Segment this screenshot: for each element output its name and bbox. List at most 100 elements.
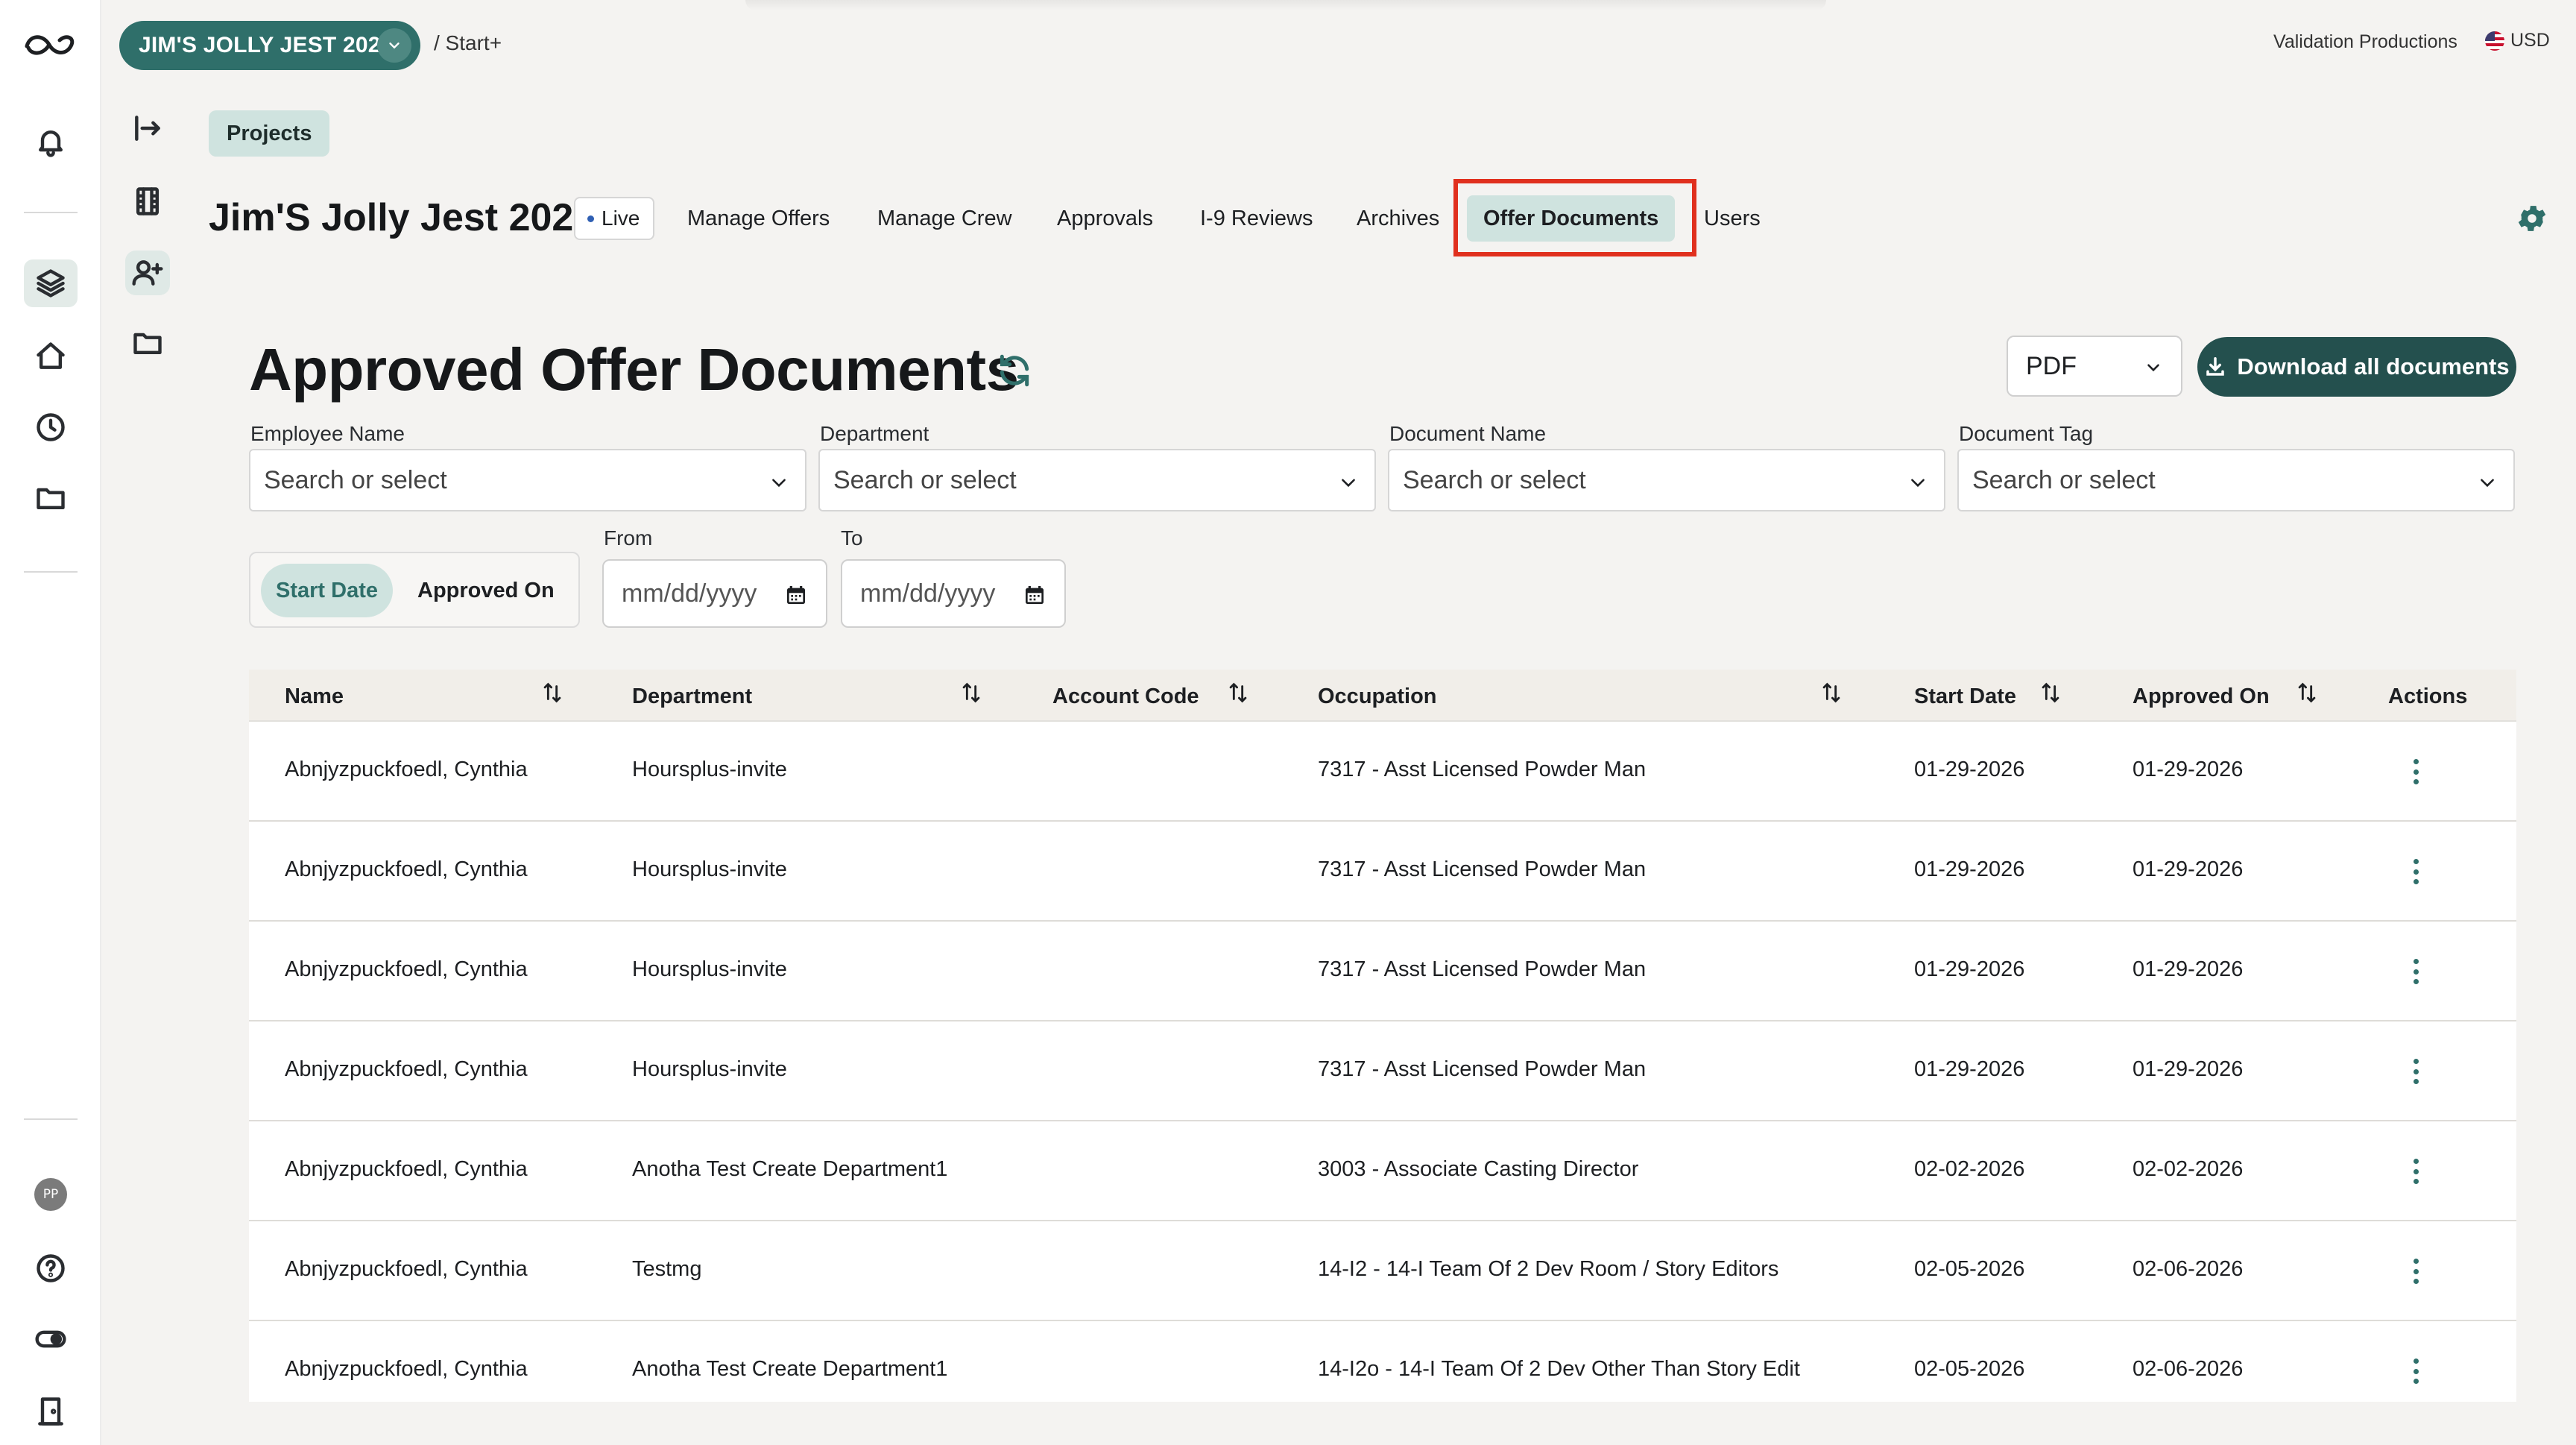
- cell-occupation: 3003 - Associate Casting Director: [1318, 1157, 1639, 1181]
- breadcrumb[interactable]: / Start+: [434, 31, 502, 55]
- department-select[interactable]: Search or select: [818, 449, 1376, 511]
- collapse-sidebar-icon[interactable]: [125, 106, 170, 151]
- column-header-name: Name: [285, 684, 344, 708]
- cell-department: Testmg: [632, 1257, 702, 1281]
- document-tag-select[interactable]: Search or select: [1957, 449, 2515, 511]
- rail-divider: [24, 212, 78, 213]
- cell-occupation: 7317 - Asst Licensed Powder Man: [1318, 758, 1647, 781]
- employee-name-placeholder: Search or select: [264, 465, 447, 494]
- tab-manage-crew[interactable]: Manage Crew: [861, 195, 1029, 242]
- employee-name-label: Employee Name: [250, 422, 405, 445]
- cell-start-date: 01-29-2026: [1914, 758, 2025, 781]
- column-header-actions: Actions: [2388, 684, 2468, 708]
- approved-on-toggle[interactable]: Approved On: [402, 564, 569, 617]
- more-actions-icon[interactable]: [2405, 954, 2427, 989]
- help-icon[interactable]: [30, 1247, 72, 1289]
- format-select[interactable]: PDF: [2007, 336, 2182, 397]
- table-row[interactable]: Abnjyzpuckfoedl, Cynthia Anotha Test Cre…: [249, 1321, 2516, 1402]
- section-title: Approved Offer Documents: [249, 336, 1019, 403]
- tab-offer-documents[interactable]: Offer Documents: [1467, 195, 1676, 242]
- cell-occupation: 14-I2o - 14-I Team Of 2 Dev Other Than S…: [1318, 1357, 1800, 1381]
- table-row[interactable]: Abnjyzpuckfoedl, Cynthia Hoursplus-invit…: [249, 822, 2516, 922]
- tab-manage-offers[interactable]: Manage Offers: [671, 195, 846, 242]
- toggle-icon[interactable]: [30, 1318, 72, 1360]
- cell-approved-on: 02-06-2026: [2133, 1357, 2244, 1381]
- date-mode-toggle: Start Date Approved On: [249, 552, 580, 628]
- project-selector[interactable]: JIM'S JOLLY JEST 2025: [119, 21, 420, 70]
- currency-selector[interactable]: USD: [2485, 30, 2550, 51]
- tab-approvals[interactable]: Approvals: [1041, 195, 1169, 242]
- table-header: Name Department Account Code Occupation …: [249, 670, 2516, 722]
- status-dot-icon: [587, 215, 594, 222]
- app-logo-icon[interactable]: [22, 30, 79, 60]
- download-all-label: Download all documents: [2237, 353, 2510, 380]
- more-actions-icon[interactable]: [2405, 1254, 2427, 1288]
- gear-icon[interactable]: [2515, 201, 2549, 236]
- more-actions-icon[interactable]: [2405, 1354, 2427, 1388]
- sort-icon[interactable]: [959, 679, 984, 707]
- document-name-label: Document Name: [1389, 422, 1547, 445]
- cell-start-date: 02-05-2026: [1914, 1357, 2025, 1381]
- cell-name: Abnjyzpuckfoedl, Cynthia: [285, 857, 528, 881]
- table-row[interactable]: Abnjyzpuckfoedl, Cynthia Hoursplus-invit…: [249, 1021, 2516, 1121]
- from-date-input[interactable]: mm/dd/yyyy: [602, 559, 827, 628]
- cell-start-date: 02-05-2026: [1914, 1257, 2025, 1281]
- more-actions-icon[interactable]: [2405, 854, 2427, 889]
- refresh-icon[interactable]: [996, 352, 1033, 389]
- from-label: From: [604, 526, 653, 550]
- cell-approved-on: 01-29-2026: [2133, 1057, 2244, 1081]
- cell-approved-on: 02-02-2026: [2133, 1157, 2244, 1181]
- cell-occupation: 7317 - Asst Licensed Powder Man: [1318, 957, 1647, 981]
- document-name-select[interactable]: Search or select: [1388, 449, 1945, 511]
- cell-department: Hoursplus-invite: [632, 857, 787, 881]
- more-actions-icon[interactable]: [2405, 1154, 2427, 1189]
- chevron-down-icon: [1342, 479, 1355, 488]
- calendar-icon[interactable]: [1023, 583, 1046, 607]
- cell-department: Anotha Test Create Department1: [632, 1157, 948, 1181]
- clock-icon[interactable]: [30, 406, 72, 448]
- company-name[interactable]: Validation Productions: [2273, 31, 2457, 53]
- cell-name: Abnjyzpuckfoedl, Cynthia: [285, 1057, 528, 1081]
- calendar-icon[interactable]: [784, 583, 808, 607]
- cell-approved-on: 01-29-2026: [2133, 857, 2244, 881]
- project-selector-label: JIM'S JOLLY JEST 2025: [139, 33, 394, 57]
- tab-i9-reviews[interactable]: I-9 Reviews: [1184, 195, 1330, 242]
- tab-archives[interactable]: Archives: [1340, 195, 1456, 242]
- column-header-start-date: Start Date: [1914, 684, 2016, 708]
- status-label: Live: [602, 207, 640, 230]
- chevron-down-icon: [377, 28, 411, 63]
- rail-divider: [24, 571, 78, 573]
- sort-icon[interactable]: [1225, 679, 1251, 707]
- layers-icon[interactable]: [24, 259, 78, 307]
- to-label: To: [841, 526, 863, 550]
- home-icon[interactable]: [30, 336, 72, 377]
- bell-icon[interactable]: [30, 121, 72, 163]
- projects-breadcrumb-chip[interactable]: Projects: [209, 110, 330, 157]
- to-date-input[interactable]: mm/dd/yyyy: [841, 559, 1066, 628]
- start-date-toggle[interactable]: Start Date: [261, 564, 393, 617]
- rail-divider: [24, 1118, 78, 1120]
- employee-name-select[interactable]: Search or select: [249, 449, 806, 511]
- add-user-icon[interactable]: [125, 251, 170, 295]
- film-icon[interactable]: [125, 179, 170, 224]
- table-row[interactable]: Abnjyzpuckfoedl, Cynthia Anotha Test Cre…: [249, 1121, 2516, 1221]
- table-row[interactable]: Abnjyzpuckfoedl, Cynthia Testmg 14-I2 - …: [249, 1221, 2516, 1321]
- exit-door-icon[interactable]: [30, 1391, 72, 1432]
- sort-icon[interactable]: [540, 679, 565, 707]
- sort-icon[interactable]: [2294, 679, 2320, 707]
- folder-icon[interactable]: [30, 477, 72, 519]
- more-actions-icon[interactable]: [2405, 1054, 2427, 1089]
- sort-icon[interactable]: [2038, 679, 2063, 707]
- cell-department: Anotha Test Create Department1: [632, 1357, 948, 1381]
- chevron-down-icon: [1911, 479, 1925, 488]
- download-icon: [2206, 357, 2225, 376]
- table-row[interactable]: Abnjyzpuckfoedl, Cynthia Hoursplus-invit…: [249, 922, 2516, 1021]
- sort-icon[interactable]: [1819, 679, 1844, 707]
- more-actions-icon[interactable]: [2405, 755, 2427, 789]
- cell-name: Abnjyzpuckfoedl, Cynthia: [285, 1157, 528, 1181]
- avatar[interactable]: PP: [34, 1178, 67, 1211]
- tab-users[interactable]: Users: [1688, 195, 1777, 242]
- table-row[interactable]: Abnjyzpuckfoedl, Cynthia Hoursplus-invit…: [249, 722, 2516, 822]
- folder-icon[interactable]: [125, 321, 170, 365]
- download-all-button[interactable]: Download all documents: [2197, 337, 2516, 397]
